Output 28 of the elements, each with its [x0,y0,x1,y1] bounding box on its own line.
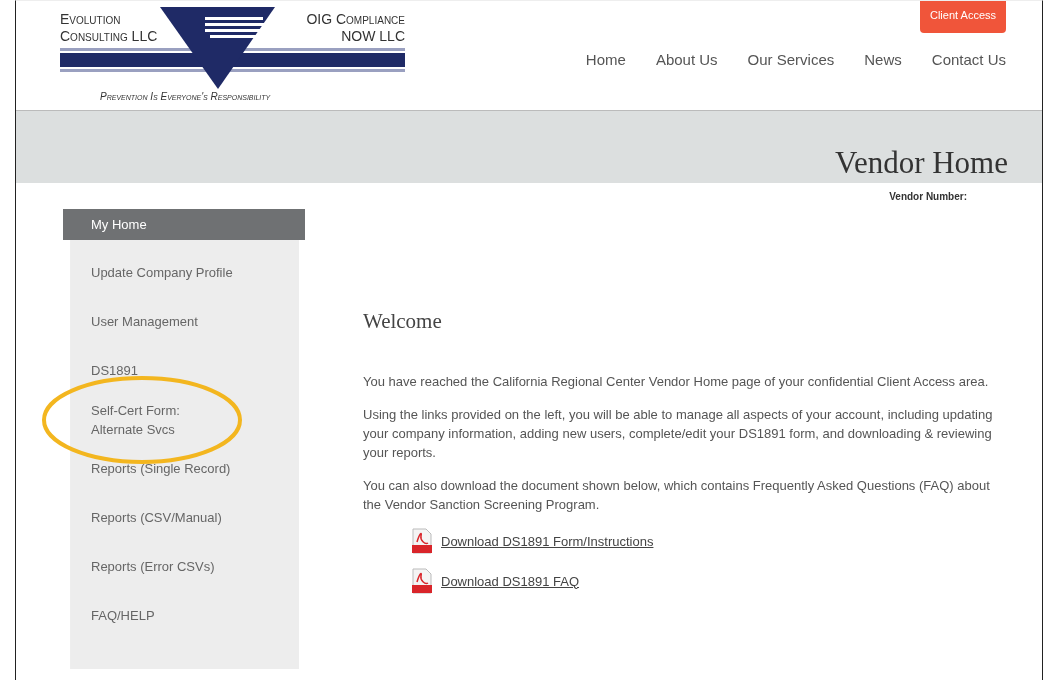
client-access-button[interactable]: Client Access [919,1,1006,33]
nav-link[interactable]: About Us [655,51,718,68]
download-link[interactable]: Download DS1891 FAQ [441,573,580,589]
sidebar-item[interactable]: FAQ/HELP [71,591,299,640]
sidebar-item[interactable]: Reports (CSV/Manual) [71,493,299,542]
page-title: Vendor Home [834,145,1008,181]
nav-link[interactable]: Our Services [747,51,835,68]
sidebar-item[interactable]: Self-Cert Form: Alternate Svcs [71,395,299,444]
company-name: Evolution Consulting LLC [60,11,159,45]
nav-link[interactable]: Home [585,51,626,68]
vendor-number-label: Vendor Number: [889,190,967,202]
nav-link[interactable]: News [864,51,902,68]
paragraph: You can also download the document shown below, which contains Frequently Asked Questions (FAQ) about the Vendor Sanction Screening Program. [363,477,991,514]
download-link[interactable]: Download DS1891 Form/Instructions [441,533,654,549]
sidebar-item[interactable]: My Home [63,209,305,240]
sidebar-item[interactable]: DS1891 [71,346,299,395]
nav-link[interactable]: Contact Us [931,51,1006,68]
pdf-icon [411,528,433,554]
sidebar-item[interactable]: Reports (Error CSVs) [71,542,299,591]
sidebar-item[interactable]: User Management [71,297,299,346]
sidebar-item[interactable]: Update Company Profile [71,248,299,297]
welcome-heading: Welcome [363,309,443,334]
pdf-icon [411,568,433,594]
paragraph: You have reached the California Regional Center Vendor Home page of your confidential Client Access area. [363,373,990,391]
paragraph: Using the links provided on the left, you will be able to manage all aspects of your account, including updating your company information, adding new users, complete/edit your DS1891 form, and downloading & reviewing your reports. [363,406,993,462]
company-name: OIG Compliance NOW LLC [305,11,405,45]
logo-tagline: Prevention Is Everyone's Responsibility [99,91,272,102]
sidebar-item[interactable]: Reports (Single Record) [71,444,299,493]
